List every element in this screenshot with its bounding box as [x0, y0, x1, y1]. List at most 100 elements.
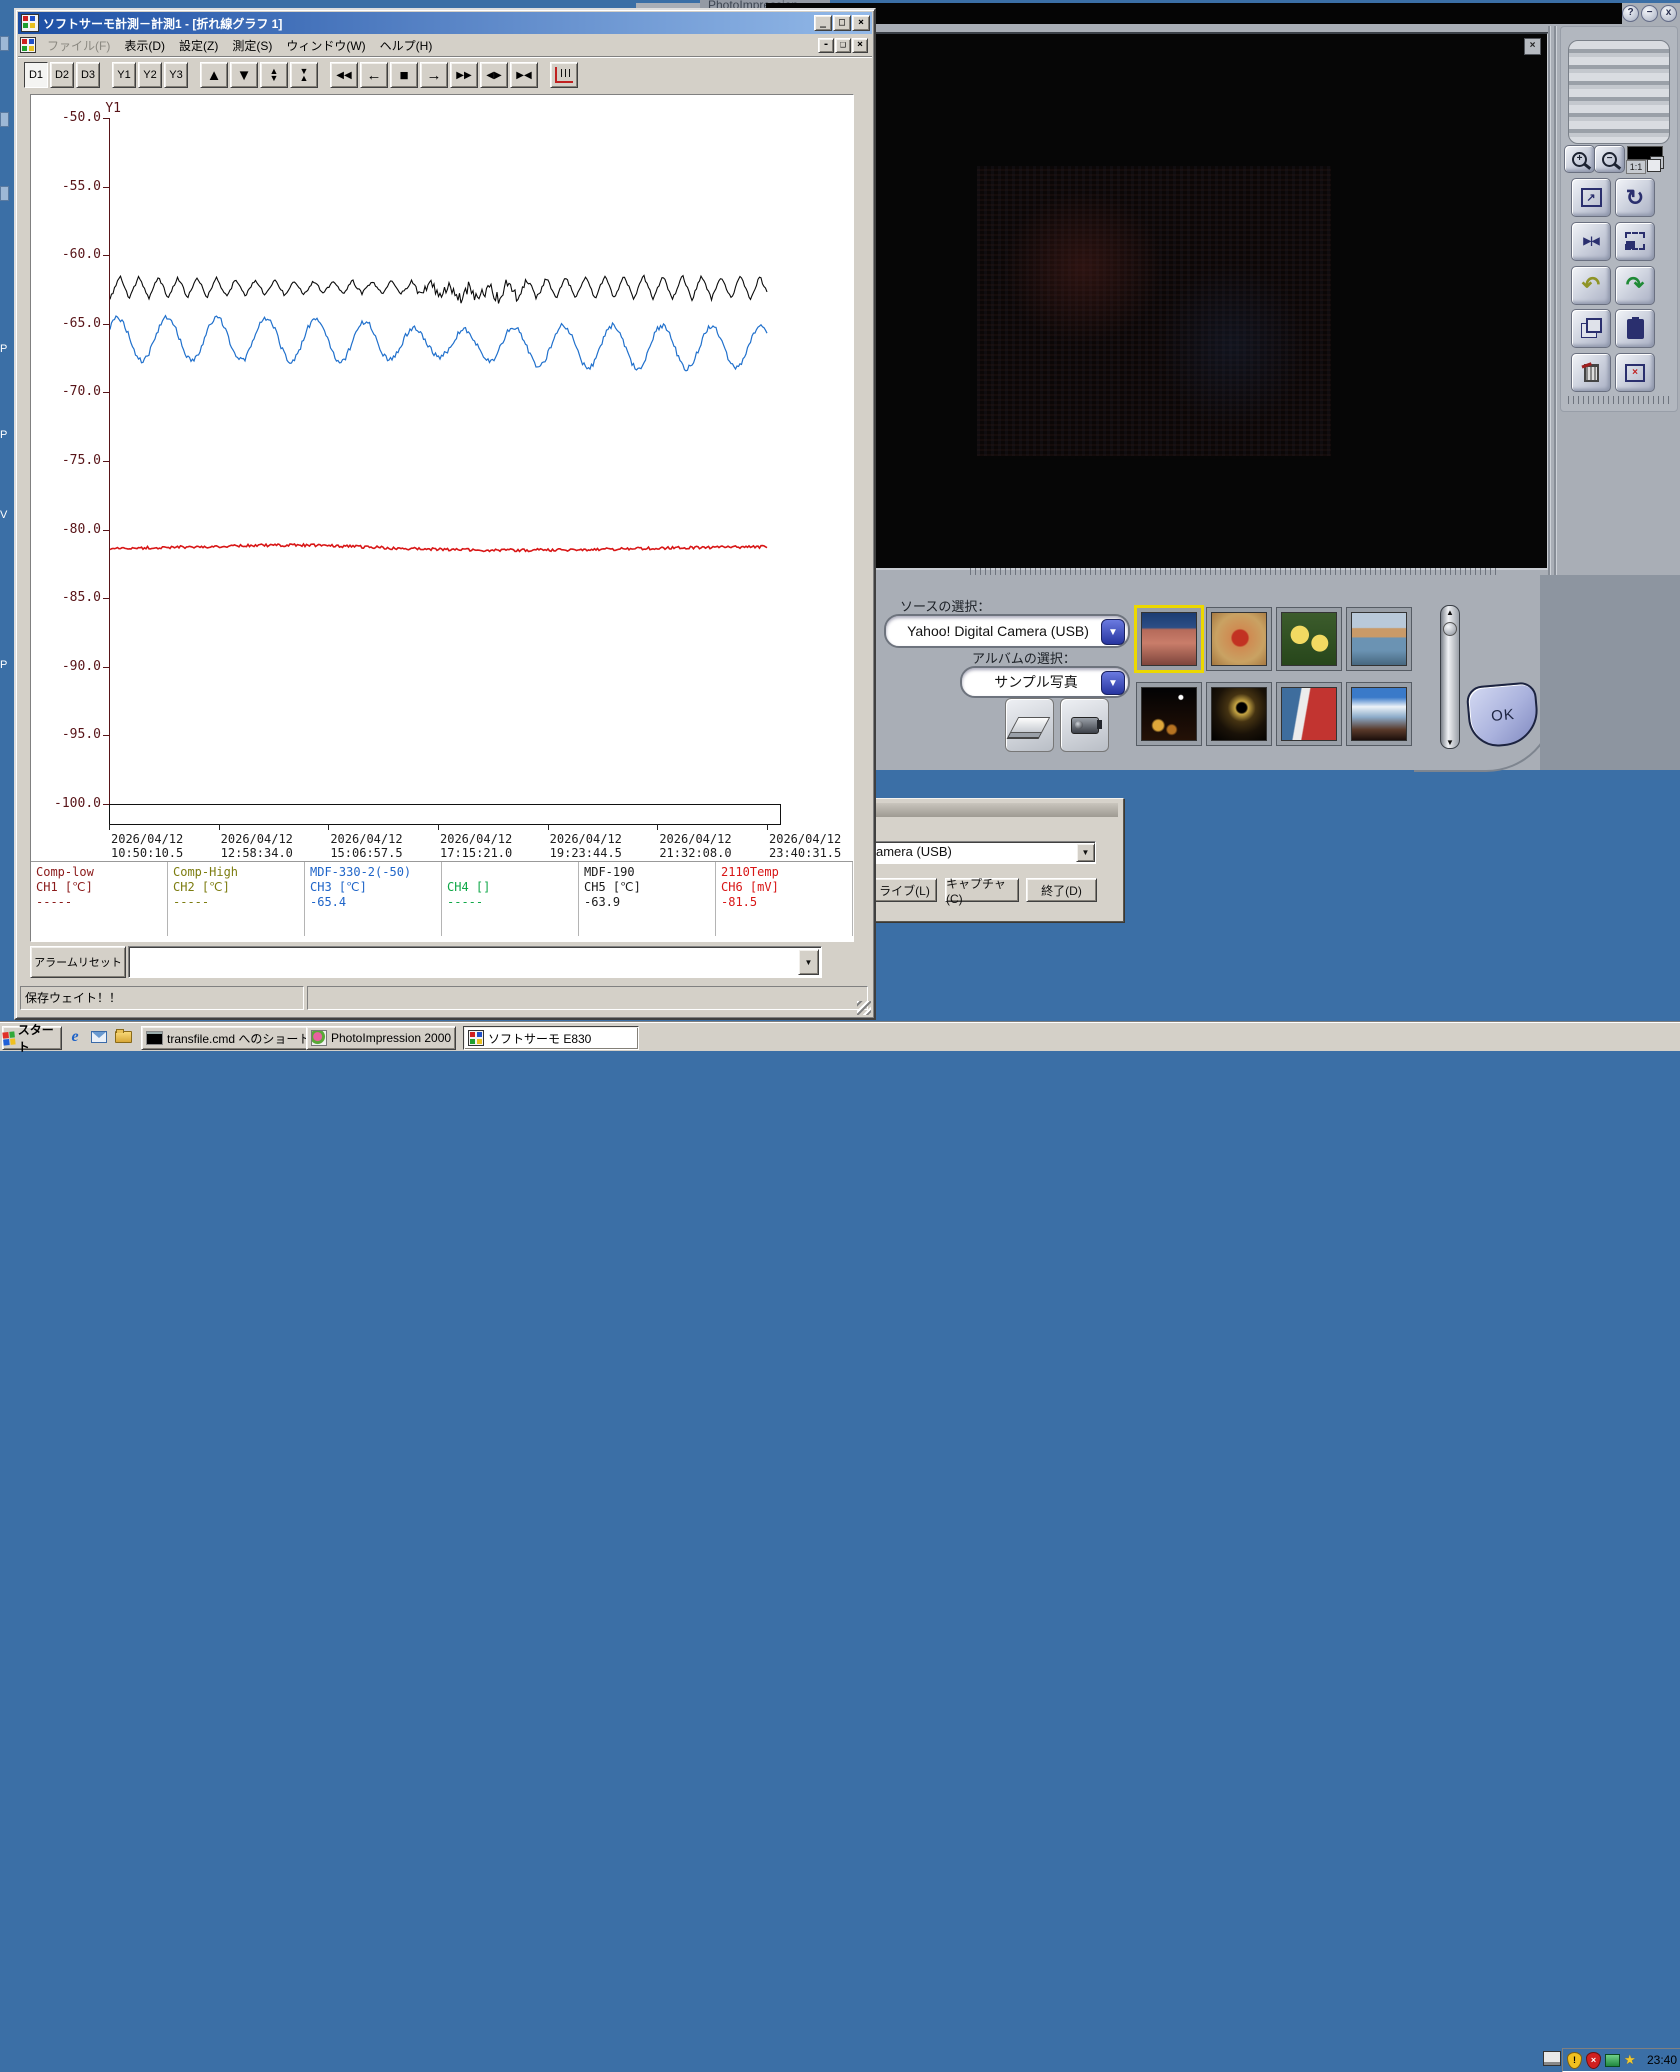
video-camera-icon	[1071, 717, 1099, 734]
chevron-down-icon[interactable]: ▼	[798, 949, 819, 975]
step-left-button[interactable]: ←	[360, 62, 388, 88]
chevron-down-icon[interactable]: ▼	[1101, 671, 1125, 695]
actual-size-button[interactable]: 1:1	[1626, 160, 1646, 174]
step-right-button[interactable]: →	[420, 62, 448, 88]
close-button[interactable]: ×	[852, 15, 870, 31]
alarm-message-dropdown[interactable]: ▼	[128, 946, 822, 978]
alert-shield-icon[interactable]: !	[1567, 2052, 1582, 2069]
scroll-down-button[interactable]: ▼	[230, 62, 258, 88]
remove-button[interactable]: ×	[1615, 353, 1655, 392]
close-button[interactable]: x	[1660, 5, 1677, 22]
paste-button[interactable]	[1615, 309, 1655, 348]
thumbnail-image	[1211, 612, 1267, 666]
desktop-icon-fragment: P	[0, 660, 7, 671]
dialog-button-2[interactable]: 終了(D)	[1026, 878, 1097, 902]
menubar: ファイル(F)表示(D)設定(Z)測定(S)ウィンドウ(W)ヘルプ(H) -❑×	[18, 34, 872, 56]
flip-button[interactable]: ▶|◀	[1571, 222, 1611, 261]
thumbnail-cardinal[interactable]	[1206, 607, 1272, 671]
rotate-button[interactable]: ↻	[1615, 178, 1655, 217]
alarm-reset-button[interactable]: アラームリセット	[30, 946, 126, 978]
compress-vertical-button[interactable]: ▼ ▲	[290, 62, 318, 88]
menu-window[interactable]: ウィンドウ(W)	[279, 35, 372, 56]
toolbar-d3-button[interactable]: D3	[76, 62, 100, 88]
album-select-dropdown[interactable]: サンプル写真 ▼	[960, 666, 1130, 698]
dialog-button-0[interactable]: ライブ(L)	[872, 878, 937, 902]
scanner-source-button[interactable]	[1005, 698, 1054, 752]
jump-end-button[interactable]: ▶▶	[450, 62, 478, 88]
quicklaunch-folder[interactable]	[114, 1028, 132, 1046]
zoom-lcd-display	[1627, 146, 1663, 160]
toolbar-d2-button[interactable]: D2	[50, 62, 74, 88]
taskbar-task-2[interactable]: ソフトサーモ E830	[463, 1026, 639, 1050]
resize-grip[interactable]	[857, 1001, 871, 1015]
undo-button[interactable]: ↶	[1571, 266, 1611, 305]
legend-channel: CH4 []-----	[442, 862, 579, 936]
taskbar-task-1[interactable]: PhotoImpression 2000	[306, 1026, 456, 1050]
camera-device-dropdown[interactable]: amera (USB)	[873, 841, 1096, 864]
quicklaunch-outlook-express[interactable]	[90, 1028, 108, 1046]
child-minimize-button[interactable]: -	[818, 38, 834, 53]
toolbar-y2-button[interactable]: Y2	[138, 62, 162, 88]
toolbar-y1-button[interactable]: Y1	[112, 62, 136, 88]
crop-button[interactable]	[1615, 222, 1655, 261]
toolbar-d1-button[interactable]: D1	[24, 62, 48, 88]
toolbar-y3-button[interactable]: Y3	[164, 62, 188, 88]
minimize-button[interactable]: _	[814, 15, 832, 31]
fit-window-icon[interactable]	[1647, 159, 1661, 172]
remove-icon: ×	[1625, 364, 1645, 382]
scrollbar-knob[interactable]	[1443, 622, 1457, 636]
time-range-box[interactable]	[109, 804, 781, 825]
thumbnail-harbor[interactable]	[1346, 607, 1412, 671]
menu-view[interactable]: 表示(D)	[117, 35, 172, 56]
star-icon[interactable]: ★	[1624, 2052, 1636, 2068]
child-restore-button[interactable]: ❑	[835, 38, 851, 53]
x-tick-mark	[657, 824, 658, 830]
taskbar-task-0[interactable]: transfile.cmd へのショート...	[141, 1026, 311, 1050]
source-select-dropdown[interactable]: Yahoo! Digital Camera (USB) ▼	[884, 614, 1130, 648]
camera-source-button[interactable]	[1060, 698, 1109, 752]
zoom-out-button[interactable]: −	[1594, 145, 1625, 173]
thumbnail-clouds[interactable]	[1346, 682, 1412, 746]
thumbnail-light-spiral[interactable]	[1206, 682, 1272, 746]
start-button[interactable]: スタート	[2, 1026, 62, 1050]
x-tick-mark	[219, 824, 220, 830]
expand-vertical-button[interactable]: ▲ ▼	[260, 62, 288, 88]
error-shield-icon[interactable]: ×	[1586, 2052, 1601, 2069]
keyboard-layout-icon[interactable]	[1543, 2051, 1561, 2066]
chevron-down-icon[interactable]: ▼	[1076, 843, 1095, 862]
quicklaunch-internet-explorer[interactable]: e	[66, 1028, 84, 1046]
x-tick-date: 2026/04/12	[550, 832, 622, 846]
compress-horizontal-button[interactable]: ▶◀	[510, 62, 538, 88]
scroll-down-icon[interactable]: ▼	[1441, 738, 1459, 747]
zoom-in-button[interactable]: +	[1564, 145, 1595, 173]
menu-file[interactable]: ファイル(F)	[40, 35, 117, 56]
stop-button[interactable]: ■	[390, 62, 418, 88]
scroll-up-icon[interactable]: ▲	[1441, 606, 1459, 620]
menu-help[interactable]: ヘルプ(H)	[373, 35, 440, 56]
chevron-down-icon[interactable]: ▼	[1101, 619, 1125, 645]
expand-horizontal-button[interactable]: ◀▶	[480, 62, 508, 88]
titlebar[interactable]: ソフトサーモ計測－計測1 - [折れ線グラフ 1] _□×	[18, 12, 872, 34]
scale-settings-button[interactable]	[550, 62, 578, 88]
camera-status-icon[interactable]	[1605, 2054, 1620, 2067]
chart-traces	[110, 118, 768, 804]
maximize-button[interactable]: □	[833, 15, 851, 31]
delete-button[interactable]	[1571, 353, 1611, 392]
resize-button[interactable]: ↗	[1571, 178, 1611, 217]
dialog-button-1[interactable]: キャプチャ(C)	[945, 878, 1019, 902]
menu-settings[interactable]: 設定(Z)	[172, 35, 225, 56]
thumbnail-red-rocks[interactable]	[1134, 605, 1204, 673]
thumbnail-yellow-flowers[interactable]	[1276, 607, 1342, 671]
minimize-button[interactable]: −	[1641, 5, 1658, 22]
child-close-button[interactable]: ×	[852, 38, 868, 53]
redo-button[interactable]: ↷	[1615, 266, 1655, 305]
thumbnail-night-city[interactable]	[1136, 682, 1202, 746]
help-button[interactable]: ?	[1622, 5, 1639, 22]
menu-measure[interactable]: 測定(S)	[225, 35, 279, 56]
copy-button[interactable]	[1571, 309, 1611, 348]
thumbnail-scrollbar[interactable]: ▲ ▼	[1440, 605, 1460, 749]
scroll-up-button[interactable]: ▲	[200, 62, 228, 88]
jump-start-button[interactable]: ◀◀	[330, 62, 358, 88]
close-photo-icon[interactable]: ×	[1524, 38, 1541, 55]
thumbnail-lighthouse[interactable]	[1276, 682, 1342, 746]
